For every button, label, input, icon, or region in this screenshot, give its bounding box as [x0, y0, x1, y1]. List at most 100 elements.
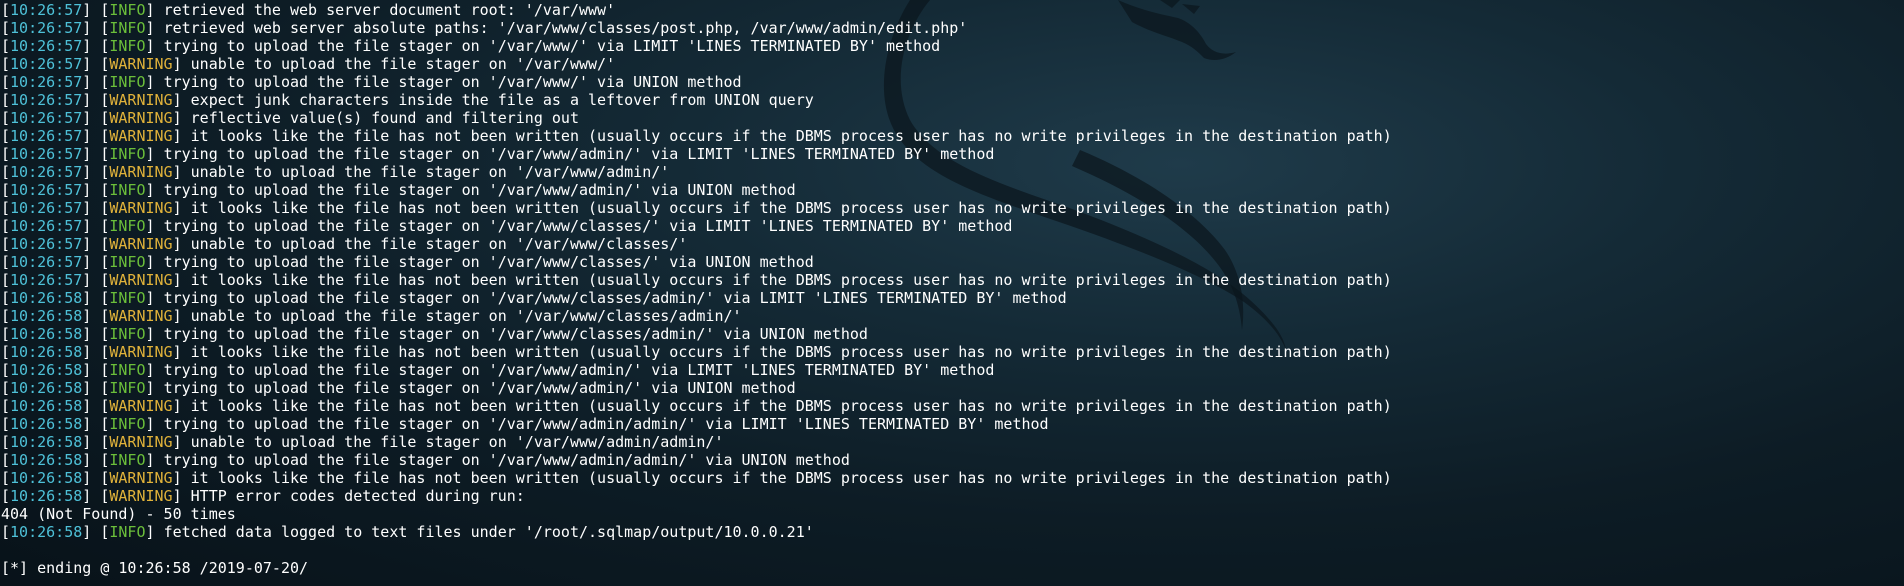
log-message: trying to upload the file stager on '/va… [163, 289, 1067, 307]
bracket: ] [ [82, 181, 110, 199]
plain-output-line: [*] ending @ 10:26:58 /2019-07-20/ [1, 559, 1901, 577]
log-level: WARNING [109, 55, 173, 73]
log-line: [10:26:57] [INFO] trying to upload the f… [1, 217, 1901, 235]
log-message: trying to upload the file stager on '/va… [163, 361, 995, 379]
log-timestamp: 10:26:57 [10, 181, 83, 199]
bracket: [ [1, 19, 11, 37]
log-line: [10:26:57] [INFO] trying to upload the f… [1, 73, 1901, 91]
log-timestamp: 10:26:58 [10, 343, 83, 361]
output-text: 404 (Not Found) - 50 times [1, 505, 236, 523]
log-message: HTTP error codes detected during run: [190, 487, 525, 505]
log-timestamp: 10:26:58 [10, 469, 83, 487]
bracket: [ [1, 379, 11, 397]
log-level: WARNING [109, 307, 173, 325]
bracket: ] [172, 487, 191, 505]
log-message: it looks like the file has not been writ… [190, 127, 1392, 145]
bracket: ] [172, 307, 191, 325]
bracket: ] [172, 55, 191, 73]
bracket: [ [1, 343, 11, 361]
bracket: ] [172, 433, 191, 451]
log-message: it looks like the file has not been writ… [190, 343, 1392, 361]
bracket: ] [145, 37, 164, 55]
bracket: [ [1, 523, 11, 541]
log-message: unable to upload the file stager on '/va… [190, 55, 616, 73]
log-line: [10:26:58] [INFO] fetched data logged to… [1, 523, 1901, 541]
log-timestamp: 10:26:58 [10, 325, 83, 343]
log-message: fetched data logged to text files under … [163, 523, 814, 541]
bracket: [ [1, 289, 11, 307]
bracket: [ [1, 181, 11, 199]
log-line: [10:26:57] [WARNING] expect junk charact… [1, 91, 1901, 109]
log-timestamp: 10:26:57 [10, 217, 83, 235]
plain-output-line: 404 (Not Found) - 50 times [1, 505, 1901, 523]
bracket: [ [1, 55, 11, 73]
log-timestamp: 10:26:58 [10, 487, 83, 505]
bracket: ] [172, 343, 191, 361]
log-level: WARNING [109, 127, 173, 145]
log-message: trying to upload the file stager on '/va… [163, 181, 796, 199]
log-line: [10:26:58] [WARNING] unable to upload th… [1, 433, 1901, 451]
log-timestamp: 10:26:58 [10, 289, 83, 307]
log-timestamp: 10:26:57 [10, 91, 83, 109]
bracket: ] [145, 181, 164, 199]
log-line: [10:26:58] [INFO] trying to upload the f… [1, 415, 1901, 433]
log-line: [10:26:57] [WARNING] reflective value(s)… [1, 109, 1901, 127]
log-timestamp: 10:26:57 [10, 73, 83, 91]
bracket: ] [ [82, 307, 110, 325]
bracket: [ [1, 145, 11, 163]
bracket: ] [ [82, 253, 110, 271]
bracket: ] [ [82, 19, 110, 37]
bracket: ] [172, 469, 191, 487]
bracket: [ [1, 37, 11, 55]
bracket: ] [172, 271, 191, 289]
log-line: [10:26:57] [WARNING] it looks like the f… [1, 199, 1901, 217]
bracket: ] [ [82, 55, 110, 73]
log-message: it looks like the file has not been writ… [190, 199, 1392, 217]
log-timestamp: 10:26:57 [10, 145, 83, 163]
log-message: it looks like the file has not been writ… [190, 271, 1392, 289]
log-message: unable to upload the file stager on '/va… [190, 433, 724, 451]
log-level: INFO [109, 1, 146, 19]
log-line: [10:26:58] [WARNING] it looks like the f… [1, 469, 1901, 487]
bracket: ] [145, 1, 164, 19]
log-line: [10:26:57] [INFO] trying to upload the f… [1, 181, 1901, 199]
log-level: INFO [109, 37, 146, 55]
log-message: retrieved web server absolute paths: '/v… [163, 19, 968, 37]
log-level: INFO [109, 181, 146, 199]
log-line: [10:26:57] [WARNING] unable to upload th… [1, 235, 1901, 253]
bracket: ] [145, 361, 164, 379]
bracket: ] [145, 73, 164, 91]
log-line: [10:26:57] [INFO] trying to upload the f… [1, 37, 1901, 55]
bracket: ] [ [82, 289, 110, 307]
log-line: [10:26:57] [WARNING] unable to upload th… [1, 55, 1901, 73]
bracket: ] [ [82, 127, 110, 145]
bracket: ] [145, 19, 164, 37]
log-level: INFO [109, 73, 146, 91]
bracket: ] [ [82, 163, 110, 181]
bracket: [ [1, 217, 11, 235]
log-level: INFO [109, 253, 146, 271]
bracket: ] [ [82, 415, 110, 433]
log-message: trying to upload the file stager on '/va… [163, 253, 814, 271]
log-level: INFO [109, 145, 146, 163]
log-timestamp: 10:26:58 [10, 361, 83, 379]
log-line: [10:26:57] [WARNING] unable to upload th… [1, 163, 1901, 181]
log-line: [10:26:58] [WARNING] it looks like the f… [1, 397, 1901, 415]
log-level: WARNING [109, 487, 173, 505]
log-message: trying to upload the file stager on '/va… [163, 325, 868, 343]
log-message: unable to upload the file stager on '/va… [190, 307, 742, 325]
log-level: WARNING [109, 433, 173, 451]
bracket: [ [1, 235, 11, 253]
bracket: ] [ [82, 487, 110, 505]
log-line: [10:26:57] [WARNING] it looks like the f… [1, 127, 1901, 145]
log-level: INFO [109, 289, 146, 307]
log-line: [10:26:57] [INFO] retrieved the web serv… [1, 1, 1901, 19]
bracket: ] [ [82, 1, 110, 19]
bracket: ] [ [82, 343, 110, 361]
log-timestamp: 10:26:57 [10, 199, 83, 217]
log-timestamp: 10:26:57 [10, 37, 83, 55]
log-level: WARNING [109, 109, 173, 127]
log-timestamp: 10:26:58 [10, 523, 83, 541]
log-level: INFO [109, 19, 146, 37]
